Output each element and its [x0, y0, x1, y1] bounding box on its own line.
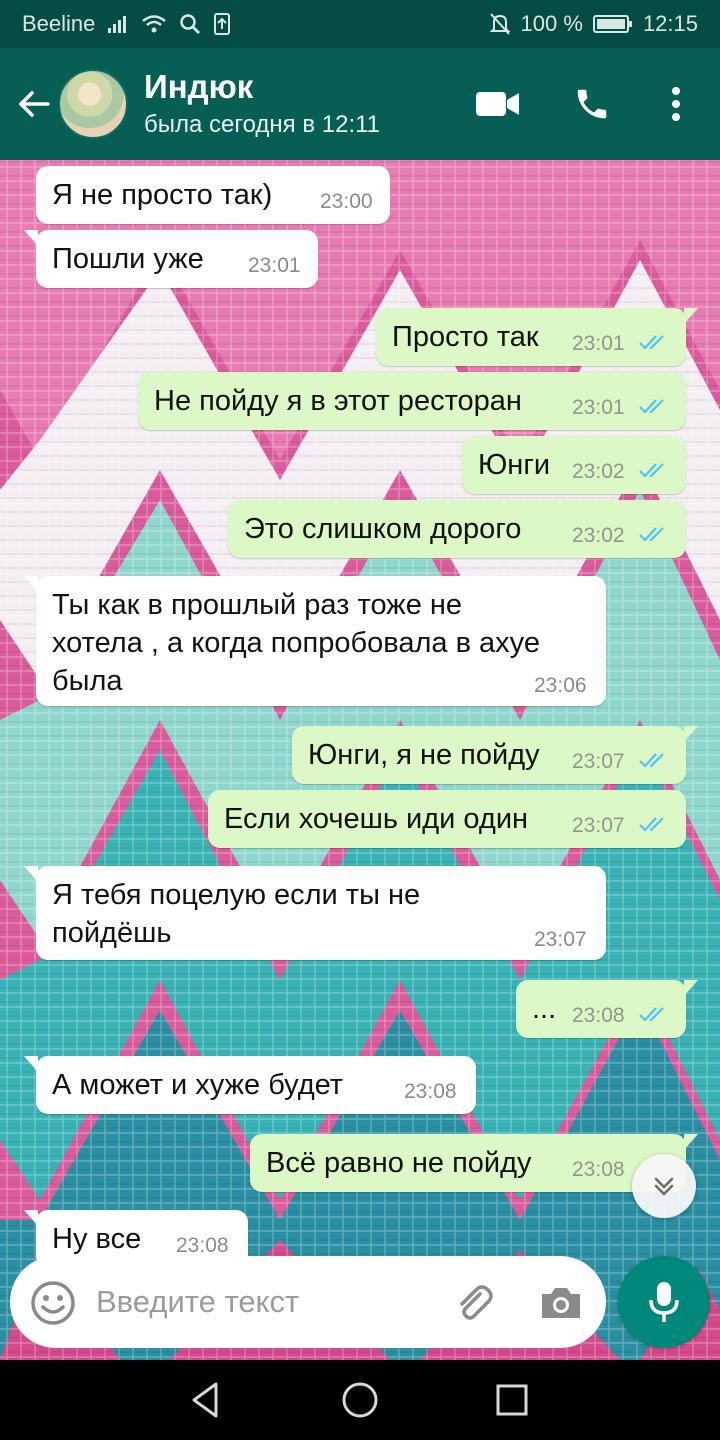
message-outgoing[interactable]: ... 23:08	[516, 980, 698, 1038]
search-icon	[179, 13, 201, 35]
video-call-button[interactable]	[470, 48, 526, 160]
message-text: Я тебя поцелую если ты не пойдёшь	[52, 879, 421, 949]
read-ticks-icon	[639, 817, 664, 832]
read-ticks-icon	[639, 335, 664, 350]
message-text: Не пойду я в этот ресторан	[154, 385, 522, 417]
bubble-tail	[24, 576, 38, 592]
microphone-icon	[649, 1282, 679, 1322]
bubble-tail	[684, 1134, 698, 1150]
nav-home-icon[interactable]	[338, 1378, 382, 1422]
message-text: А может и хуже будет	[52, 1069, 344, 1101]
read-ticks-icon	[639, 527, 664, 542]
last-seen-status: была сегодня в 12:11	[144, 111, 381, 138]
message-time: 23:06	[534, 674, 587, 697]
message-incoming[interactable]: Я тебя поцелую если ты не пойдёшь 23:07	[24, 866, 606, 960]
voice-call-button[interactable]	[564, 48, 620, 160]
battery-icon	[592, 14, 633, 34]
message-time: 23:08	[572, 1004, 625, 1027]
message-text: Если хочешь иди один	[224, 803, 529, 835]
message-text: Это слишком дорого	[244, 513, 522, 545]
double-chevron-down-icon	[654, 1177, 674, 1196]
bubble-tail	[24, 1056, 38, 1072]
nav-back-icon[interactable]	[184, 1378, 228, 1422]
camera-icon[interactable]	[538, 1280, 584, 1326]
bubble-tail	[24, 230, 38, 246]
read-ticks-icon	[639, 753, 664, 768]
clock: 12:15	[642, 11, 698, 36]
read-ticks-icon	[639, 1007, 664, 1022]
message-time: 23:00	[320, 190, 373, 213]
signal-icon	[107, 14, 129, 34]
message-outgoing[interactable]: Юнги 23:02	[462, 436, 686, 494]
message-time: 23:08	[572, 1158, 625, 1181]
bubble-tail	[684, 726, 698, 742]
avatar[interactable]	[58, 69, 128, 139]
contact-info[interactable]: Индюк была сегодня в 12:11	[144, 67, 380, 141]
system-navigation-bar	[0, 1360, 720, 1440]
message-text: Ты как в прошлый раз тоже не хотела , а …	[52, 589, 540, 697]
message-time: 23:07	[572, 814, 625, 837]
status-bar: Beeline 100 % 12:15	[0, 0, 720, 48]
contact-name: Индюк	[144, 68, 254, 105]
message-text: Ну все	[52, 1223, 142, 1255]
chat-area[interactable]: Я не просто так) 23:00 Пошли уже 23:01 П…	[0, 160, 720, 1360]
message-incoming[interactable]: А может и хуже будет 23:08	[24, 1056, 476, 1114]
message-time: 23:07	[572, 750, 625, 773]
message-text: Просто так	[392, 321, 539, 353]
scroll-to-bottom-button[interactable]	[632, 1154, 696, 1218]
read-ticks-icon	[639, 463, 664, 478]
message-time: 23:08	[176, 1234, 229, 1257]
bubble-tail	[24, 1210, 38, 1226]
back-arrow-icon	[19, 91, 50, 117]
bubble-tail	[24, 866, 38, 882]
message-time: 23:07	[534, 928, 587, 951]
message-incoming[interactable]: Я не просто так) 23:00	[36, 166, 390, 224]
message-outgoing[interactable]: Если хочешь иди один 23:07	[208, 790, 686, 848]
voice-message-button[interactable]	[618, 1256, 710, 1348]
nav-recents-icon[interactable]	[490, 1378, 534, 1422]
message-outgoing[interactable]: Не пойду я в этот ресторан 23:01	[138, 372, 686, 430]
paperclip-icon[interactable]	[450, 1280, 496, 1326]
video-call-icon	[476, 92, 519, 116]
mute-bell-icon	[489, 12, 511, 36]
bubble-tail	[684, 980, 698, 996]
more-options-button[interactable]	[656, 48, 696, 160]
message-incoming[interactable]: Ты как в прошлый раз тоже не хотела , а …	[24, 576, 606, 706]
battery-percent: 100 %	[520, 11, 583, 36]
message-outgoing[interactable]: Это слишком дорого 23:02	[228, 500, 686, 558]
phone-icon	[577, 89, 607, 119]
more-icon	[672, 87, 680, 121]
message-time: 23:08	[404, 1080, 457, 1103]
message-text: Всё равно не пойду	[266, 1147, 532, 1179]
message-text: Юнги, я не пойду	[308, 739, 540, 771]
message-outgoing[interactable]: Юнги, я не пойду 23:07	[292, 726, 698, 784]
message-time: 23:01	[572, 396, 625, 419]
message-time: 23:02	[572, 460, 625, 483]
message-outgoing[interactable]: Просто так 23:01	[376, 308, 698, 366]
message-input[interactable]	[96, 1280, 426, 1324]
message-incoming[interactable]: Пошли уже 23:01	[24, 230, 318, 288]
upload-icon	[213, 12, 231, 36]
carrier-label: Beeline	[22, 11, 96, 36]
back-button[interactable]	[6, 48, 62, 160]
message-text: Я не просто так)	[52, 179, 273, 211]
message-text: ...	[532, 993, 557, 1025]
message-composer	[10, 1256, 606, 1348]
message-time: 23:01	[572, 332, 625, 355]
message-outgoing[interactable]: Всё равно не пойду 23:08	[250, 1134, 698, 1192]
bubble-tail	[684, 308, 698, 324]
message-time: 23:02	[572, 524, 625, 547]
message-text: Пошли уже	[52, 243, 204, 275]
read-ticks-icon	[639, 399, 664, 414]
message-time: 23:01	[248, 254, 301, 277]
wifi-icon	[141, 14, 167, 34]
emoji-icon[interactable]	[30, 1280, 76, 1326]
message-text: Юнги	[478, 449, 551, 481]
